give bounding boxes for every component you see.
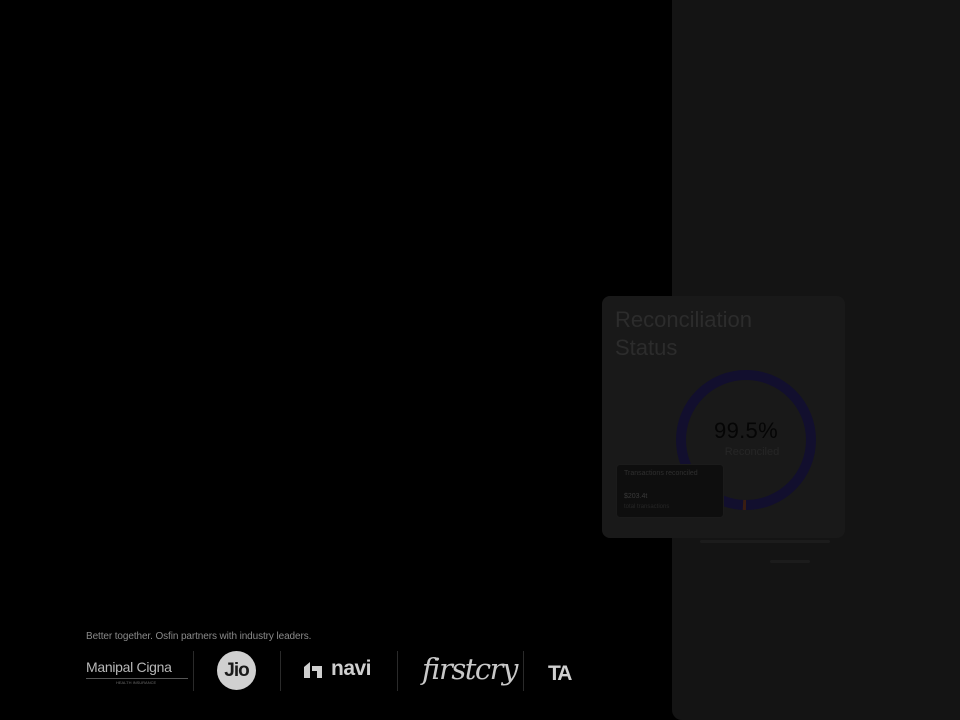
divider (86, 678, 188, 679)
placeholder-line (770, 560, 810, 563)
placeholder-line (700, 540, 830, 543)
logo-separator (280, 651, 281, 691)
logo-separator (523, 651, 524, 691)
partner-logos-row: Manipal Cigna HEALTH INSURANCE Jio navi … (86, 648, 586, 694)
reconciled-label: Reconciled (724, 446, 780, 458)
firstcry-logo: firstcry (422, 652, 518, 686)
card-title: Reconciliation Status (615, 307, 752, 360)
manipal-cigna-logo: Manipal Cigna HEALTH INSURANCE (86, 659, 192, 687)
partners-caption: Better together. Osfin partners with ind… (86, 631, 312, 642)
logo-separator (397, 651, 398, 691)
manipal-subtitle: HEALTH INSURANCE (116, 680, 157, 685)
ta-logo: TA (548, 662, 572, 685)
tooltip-title: Transactions reconciled (624, 470, 698, 477)
navi-wordmark: navi (331, 657, 372, 680)
tooltip-value: $203.4t (624, 493, 648, 500)
logo-separator (193, 651, 194, 691)
navi-logo-mark-icon (304, 662, 322, 678)
reconciliation-status-card: Reconciliation Status 99.5% Reconciled T… (602, 296, 845, 538)
jio-logo: Jio (217, 651, 256, 690)
reconciled-percentage: 99.5% (714, 418, 778, 443)
manipal-cigna-wordmark: Manipal Cigna (86, 659, 172, 675)
transactions-tooltip: Transactions reconciled $203.4t total tr… (616, 464, 724, 518)
tooltip-subtext: total transactions (624, 504, 670, 510)
